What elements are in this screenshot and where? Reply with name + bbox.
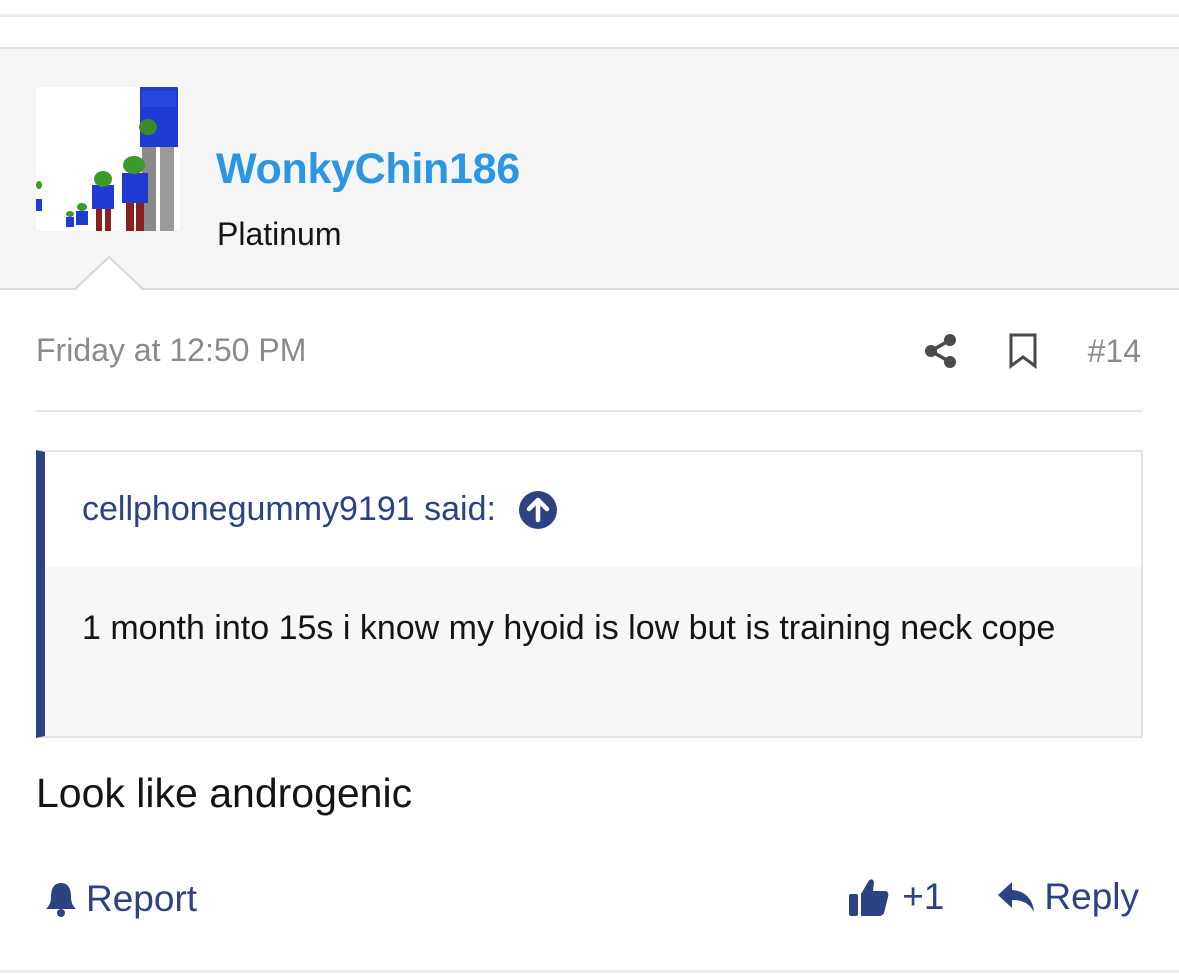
post-body-text: Look like androgenic bbox=[36, 770, 413, 816]
bottom-divider bbox=[0, 970, 1179, 973]
quote-header: cellphonegummy9191 said: bbox=[45, 452, 1141, 567]
reply-arrow-icon bbox=[998, 882, 1035, 912]
post-actions: +1 Reply bbox=[848, 876, 1139, 918]
reply-button[interactable]: Reply bbox=[996, 876, 1139, 918]
bell-icon bbox=[46, 883, 76, 917]
quote-body-text: 1 month into 15s i know my hyoid is low … bbox=[45, 567, 1141, 736]
post-number-link[interactable]: #14 bbox=[1088, 333, 1141, 370]
top-divider bbox=[0, 14, 1179, 17]
arrow-up-circle-icon[interactable] bbox=[518, 490, 558, 530]
like-count: +1 bbox=[902, 876, 945, 917]
report-button[interactable]: Report bbox=[44, 878, 197, 920]
quote-author-link[interactable]: cellphonegummy9191 said: bbox=[82, 490, 496, 529]
report-label: Report bbox=[86, 878, 198, 919]
share-icon[interactable] bbox=[924, 333, 958, 369]
post-meta-actions: #14 bbox=[924, 328, 1141, 374]
username-link[interactable]: WonkyChin186 bbox=[216, 145, 520, 194]
header-pointer-arrow bbox=[74, 255, 144, 292]
quote-block: cellphonegummy9191 said: 1 month into 15… bbox=[36, 450, 1143, 738]
pepe-lineup-avatar-icon bbox=[36, 87, 180, 231]
user-title: Platinum bbox=[217, 216, 342, 252]
bookmark-icon[interactable] bbox=[1008, 333, 1038, 369]
avatar[interactable] bbox=[36, 87, 180, 231]
post-date[interactable]: Friday at 12:50 PM bbox=[36, 332, 306, 369]
meta-divider bbox=[36, 410, 1143, 412]
post-author-header: WonkyChin186 Platinum bbox=[0, 47, 1179, 290]
like-button[interactable]: +1 bbox=[848, 876, 944, 918]
reply-label: Reply bbox=[1044, 876, 1139, 917]
thumbs-up-icon bbox=[849, 879, 889, 916]
